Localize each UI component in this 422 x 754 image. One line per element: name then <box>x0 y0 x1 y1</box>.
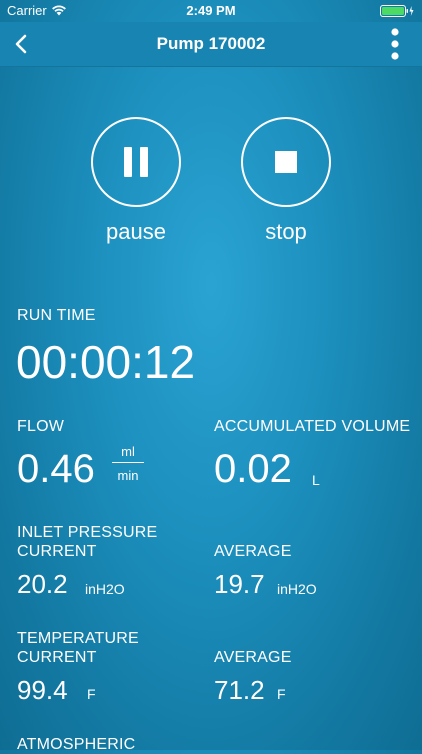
vertical-dots-icon[interactable] <box>390 28 400 60</box>
temperature-average-unit: F <box>277 686 286 702</box>
bolt-icon <box>409 6 414 16</box>
temperature-average-label: AVERAGE <box>214 649 292 666</box>
temperature-label: TEMPERATURE <box>17 630 139 647</box>
inlet-pressure-current-value: 20.2 <box>17 569 68 599</box>
flow-value: 0.46 <box>17 447 95 491</box>
battery-icon <box>380 5 414 17</box>
run-time-value: 00:00:12 <box>16 336 196 388</box>
inlet-pressure-current-label: CURRENT <box>17 543 97 560</box>
inlet-pressure-average-value: 19.7 <box>214 569 265 599</box>
inlet-pressure-label: INLET PRESSURE <box>17 524 158 541</box>
flow-unit: ml min <box>112 444 144 483</box>
pause-label: pause <box>106 219 166 244</box>
stop-button[interactable]: stop <box>241 117 331 245</box>
temperature-current-unit: F <box>87 686 96 702</box>
run-time-label: RUN TIME <box>17 307 96 324</box>
accumulated-volume-unit: L <box>312 472 320 488</box>
pause-icon[interactable] <box>91 117 181 207</box>
inlet-pressure-average-unit: inH2O <box>277 581 317 597</box>
status-bar: Carrier 2:49 PM <box>0 0 422 22</box>
accumulated-volume-value: 0.02 <box>214 447 292 491</box>
status-time: 2:49 PM <box>186 3 236 18</box>
navigation-bar: Pump 170002 <box>0 22 422 67</box>
pause-button[interactable]: pause <box>91 117 181 245</box>
flow-unit-denominator: min <box>117 468 139 483</box>
stop-label: stop <box>265 219 307 244</box>
temperature-average-value: 71.2 <box>214 675 265 705</box>
temperature-current-label: CURRENT <box>17 649 97 666</box>
flow-label: FLOW <box>17 418 65 435</box>
inlet-pressure-average-label: AVERAGE <box>214 543 292 560</box>
temperature-current-value: 99.4 <box>17 675 68 705</box>
page-title: Pump 170002 <box>156 34 266 53</box>
inlet-pressure-current-unit: inH2O <box>85 581 125 597</box>
flow-unit-numerator: ml <box>121 444 135 459</box>
atmospheric-label: ATMOSPHERIC <box>17 736 136 753</box>
accumulated-volume-label: ACCUMULATED VOLUME <box>214 418 411 435</box>
stop-icon[interactable] <box>241 117 331 207</box>
